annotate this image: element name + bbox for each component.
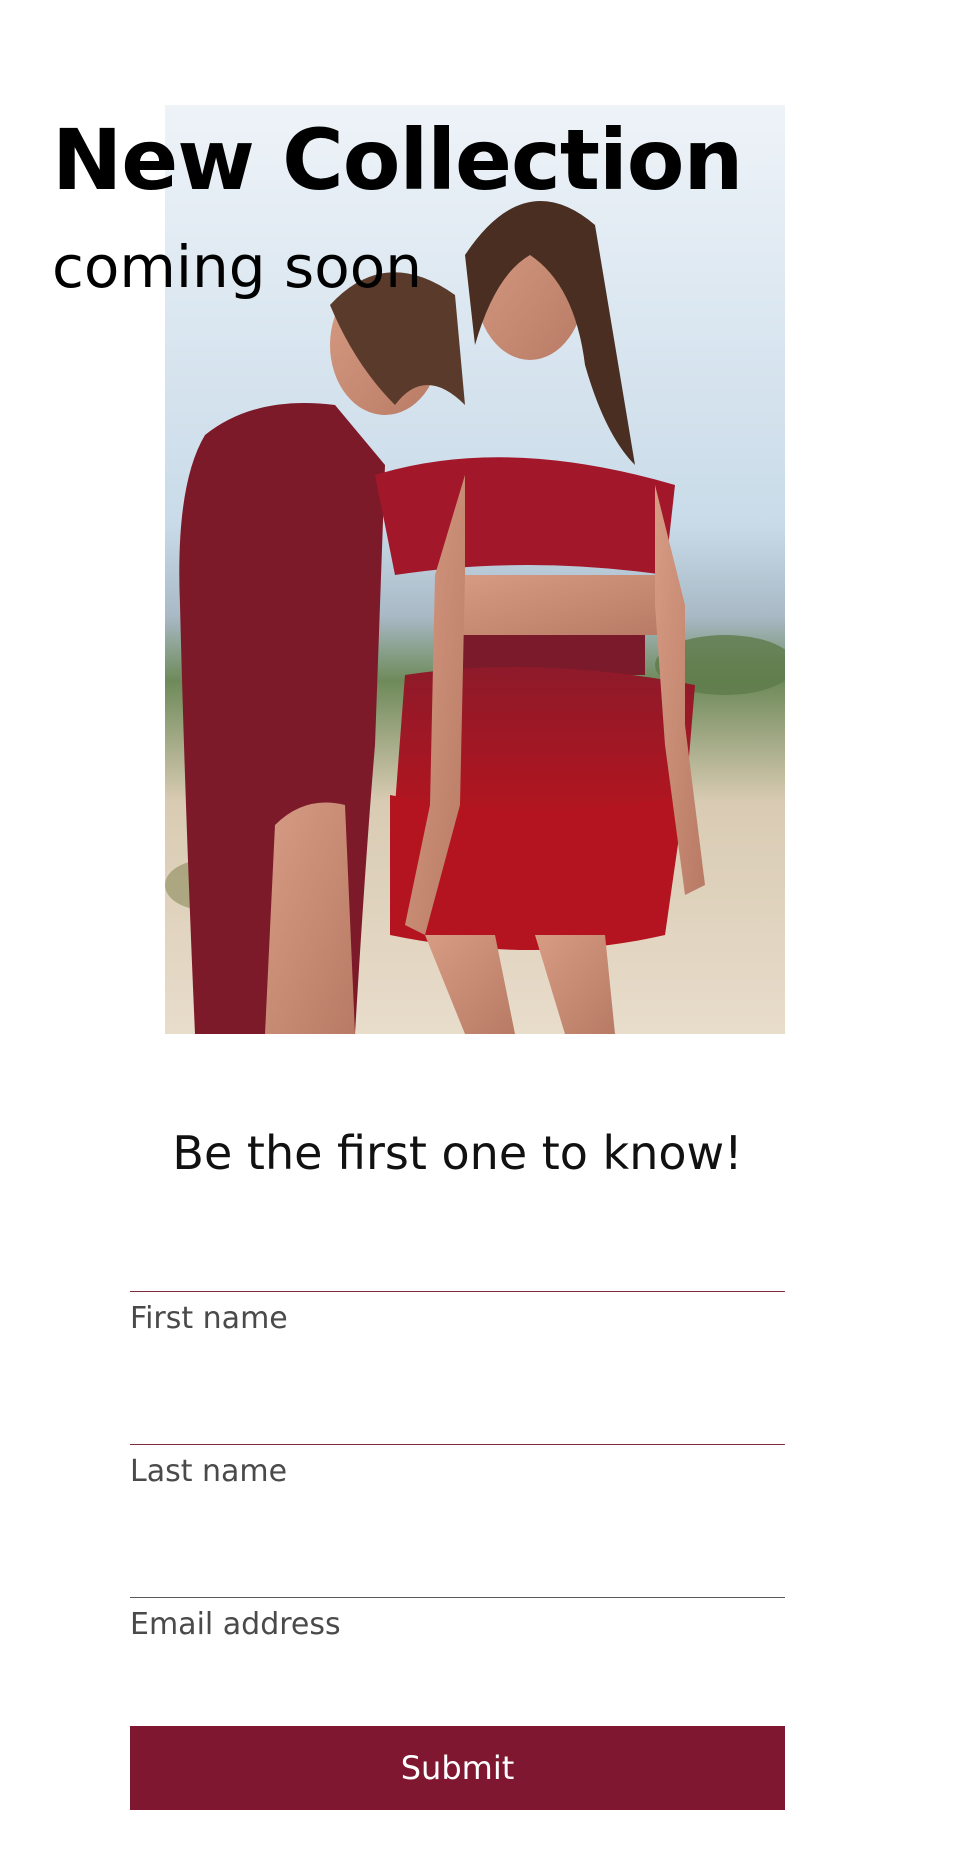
- last-name-label: Last name: [130, 1454, 288, 1489]
- submit-button[interactable]: Submit: [130, 1726, 785, 1810]
- signup-tagline: Be the first one to know!: [172, 1126, 743, 1180]
- first-name-input[interactable]: [130, 1252, 785, 1292]
- email-label: Email address: [130, 1607, 341, 1642]
- first-name-label: First name: [130, 1301, 288, 1336]
- last-name-field: Last name: [130, 1405, 785, 1487]
- subheadline: coming soon: [52, 233, 422, 301]
- headline: New Collection: [52, 111, 743, 209]
- last-name-input[interactable]: [130, 1405, 785, 1445]
- first-name-field: First name: [130, 1252, 785, 1334]
- email-field: Email address: [130, 1558, 785, 1640]
- email-input[interactable]: [130, 1558, 785, 1598]
